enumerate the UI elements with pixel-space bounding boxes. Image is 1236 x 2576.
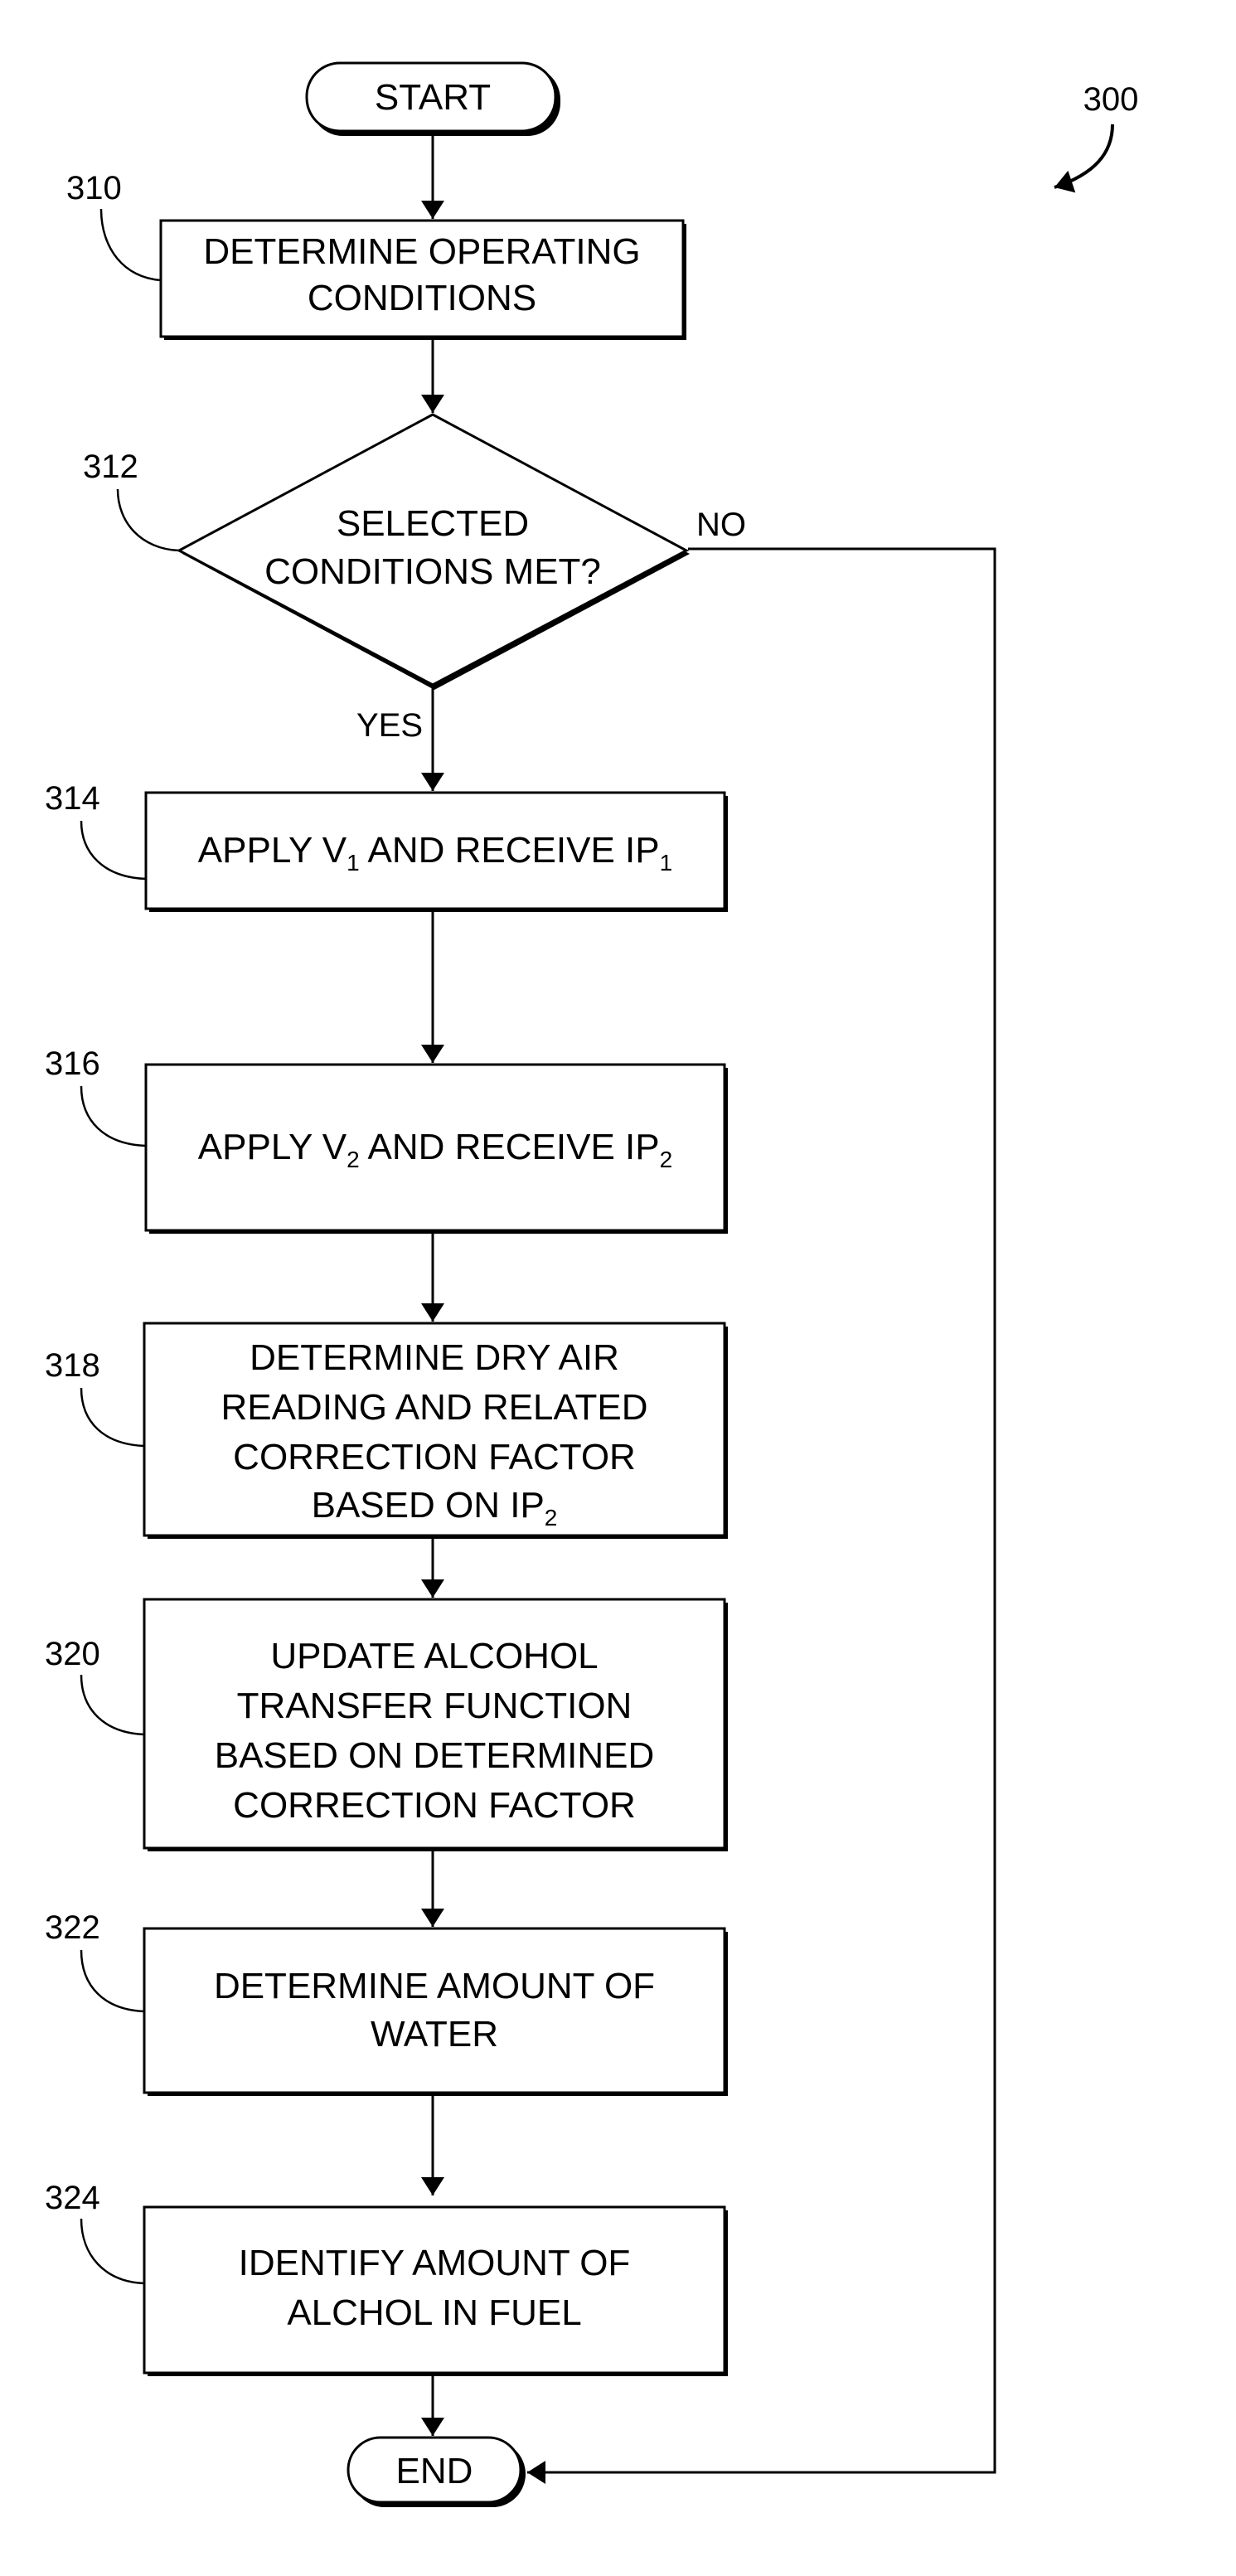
step-324-line-2: ALCHOL IN FUEL <box>287 2292 581 2333</box>
step-318-line-4-sub: 2 <box>545 1505 558 1531</box>
step-318-leader-line <box>80 1387 145 1448</box>
step-318-box: DETERMINE DRY AIR READING AND RELATED CO… <box>143 1322 728 1539</box>
figure-reference-label: 300 <box>1083 81 1139 118</box>
start-terminal: START <box>305 61 560 136</box>
step-318-line-2: READING AND RELATED <box>221 1387 647 1428</box>
step-312-ref-label: 312 <box>83 449 138 485</box>
step-320-leader-line <box>80 1674 145 1736</box>
step-316-label: APPLY V2 AND RECEIVE IP2 <box>198 1127 672 1172</box>
end-label: END <box>396 2451 473 2491</box>
step-312-line-2: CONDITIONS MET? <box>264 551 601 592</box>
step-320-line-4: CORRECTION FACTOR <box>233 1785 636 1826</box>
step-320-line-3: BASED ON DETERMINED <box>215 1735 655 1776</box>
step-314-label: APPLY V1 AND RECEIVE IP1 <box>198 830 672 876</box>
step-316-text-a: APPLY V <box>198 1127 347 1167</box>
end-terminal: END <box>347 2436 526 2507</box>
step-310-box: DETERMINE OPERATING CONDITIONS <box>159 219 686 340</box>
step-320-box: UPDATE ALCOHOL TRANSFER FUNCTION BASED O… <box>143 1598 728 1851</box>
start-label: START <box>375 77 491 118</box>
step-318-line-4-text: BASED ON IP <box>312 1485 545 1526</box>
step-310-leader-line <box>99 208 162 282</box>
step-324-ref-label: 324 <box>45 2180 100 2216</box>
step-318-line-1: DETERMINE DRY AIR <box>250 1337 619 1378</box>
step-314-leader-line <box>80 820 147 880</box>
step-314-text-b: AND RECEIVE IP <box>360 830 660 871</box>
step-316-leader-line <box>80 1085 147 1147</box>
reference-arrow-icon <box>1054 124 1114 193</box>
step-314-box: APPLY V1 AND RECEIVE IP1 <box>144 791 728 912</box>
step-320-ref-label: 320 <box>45 1636 100 1672</box>
step-322-ref-label: 322 <box>45 1909 100 1946</box>
no-branch-label: NO <box>696 507 746 543</box>
step-314-sub-2: 1 <box>660 850 673 876</box>
step-318-ref-label: 318 <box>45 1347 100 1384</box>
step-322-line-2: WATER <box>371 2014 498 2054</box>
step-310-ref-label: 310 <box>66 170 122 206</box>
step-324-leader-line <box>80 2218 145 2285</box>
step-318-line-4: BASED ON IP2 <box>312 1485 558 1531</box>
step-318-line-3: CORRECTION FACTOR <box>233 1437 636 1477</box>
step-316-sub-1: 2 <box>347 1147 360 1172</box>
step-322-line-1: DETERMINE AMOUNT OF <box>214 1966 655 2006</box>
step-312-leader-line <box>116 488 180 552</box>
step-322-leader-line <box>80 1949 145 2013</box>
flowchart: 300 START DETERMINE OPERATING CONDITIONS… <box>45 61 1139 2507</box>
step-314-ref-label: 314 <box>45 780 100 817</box>
step-314-sub-1: 1 <box>347 850 360 876</box>
step-324-box: IDENTIFY AMOUNT OF ALCHOL IN FUEL <box>143 2205 728 2376</box>
step-320-line-2: TRANSFER FUNCTION <box>237 1686 633 1726</box>
step-324-line-1: IDENTIFY AMOUNT OF <box>239 2243 631 2283</box>
step-316-box: APPLY V2 AND RECEIVE IP2 <box>144 1063 728 1234</box>
step-316-sub-2: 2 <box>660 1147 673 1172</box>
step-320-line-1: UPDATE ALCOHOL <box>270 1636 598 1676</box>
step-312-decision: SELECTED CONDITIONS MET? <box>176 413 690 690</box>
step-322-box: DETERMINE AMOUNT OF WATER <box>143 1927 728 2096</box>
step-310-line-1: DETERMINE OPERATING <box>203 231 640 272</box>
step-316-ref-label: 316 <box>45 1045 100 1082</box>
step-314-text-a: APPLY V <box>198 830 347 871</box>
yes-branch-label: YES <box>356 707 423 744</box>
step-312-line-1: SELECTED <box>337 503 529 544</box>
step-310-line-2: CONDITIONS <box>308 278 536 318</box>
step-316-text-b: AND RECEIVE IP <box>360 1127 660 1167</box>
